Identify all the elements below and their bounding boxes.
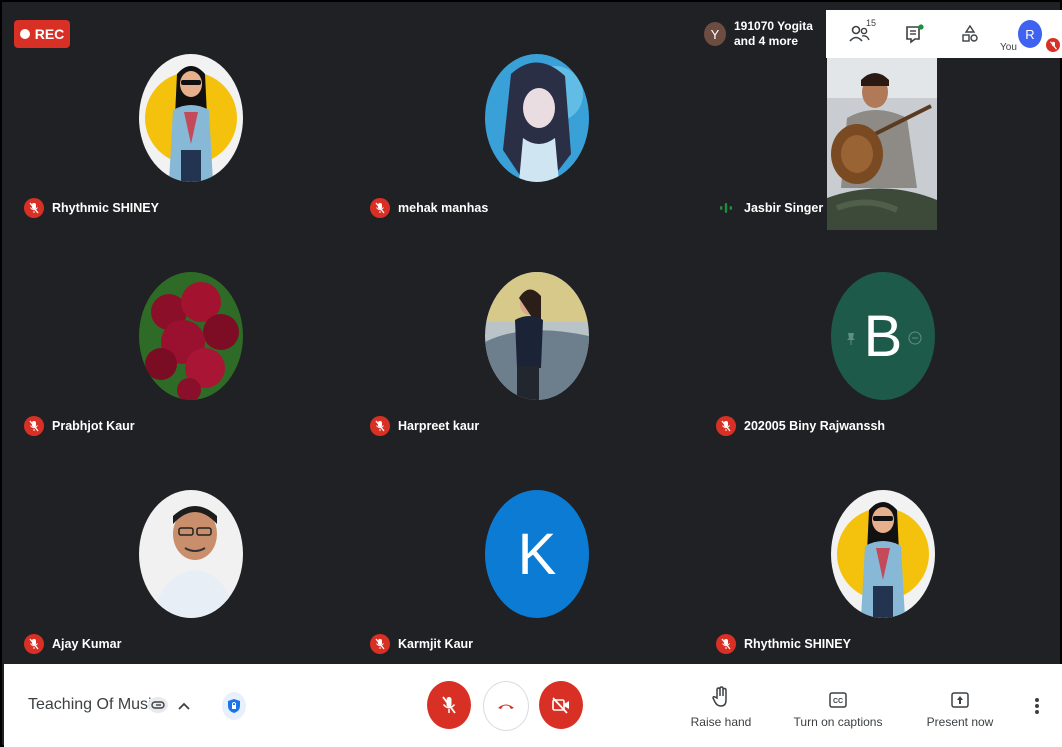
participant-name: 202005 Biny Rajwanssh	[744, 419, 886, 433]
self-label: You	[1000, 42, 1017, 53]
participant-name: Ajay Kumar	[52, 637, 122, 651]
participant-avatar	[831, 490, 935, 618]
top-toolbar: Y 191070 Yogita and 4 more 15 You R	[698, 10, 1062, 58]
others-line1: 191070 Yogita	[734, 19, 813, 33]
participant-video	[827, 58, 937, 230]
mic-off-icon	[370, 416, 390, 436]
participant-name: Harpreet kaur	[398, 419, 480, 433]
participant-tile[interactable]: mehak manhas	[364, 10, 710, 227]
speaking-indicator-icon	[716, 198, 736, 218]
participant-tile[interactable]: Prabhjot Kaur	[18, 228, 364, 445]
camera-toggle-button[interactable]	[539, 681, 583, 729]
mic-off-icon	[716, 634, 736, 654]
others-line2: and 4 more	[734, 34, 799, 48]
present-icon	[951, 692, 969, 708]
participant-avatar	[485, 54, 589, 182]
participant-tile[interactable]: Ajay Kumar	[18, 446, 364, 663]
recording-label: REC	[34, 26, 65, 42]
pin-icon[interactable]	[846, 332, 856, 351]
self-mic-off-icon	[1046, 38, 1060, 52]
other-participants-chip[interactable]: Y 191070 Yogita and 4 more	[698, 10, 826, 58]
captions-button[interactable]: CC Turn on captions	[788, 682, 888, 729]
captions-icon: CC	[829, 692, 847, 708]
participant-tile[interactable]: K Karmjit Kaur	[364, 446, 710, 663]
mic-toggle-button[interactable]	[427, 681, 471, 729]
participant-grid: Rhythmic SHINEY mehak manhas Jasbir Sing…	[18, 10, 1058, 663]
present-label: Present now	[926, 715, 994, 729]
mic-off-icon	[24, 198, 44, 218]
participant-tile[interactable]: B 202005 Biny Rajwanssh	[710, 228, 1056, 445]
mic-off-icon	[24, 416, 44, 436]
others-avatar: Y	[704, 22, 726, 46]
chat-icon	[906, 24, 924, 44]
copy-link-button[interactable]	[148, 697, 168, 713]
camera-off-icon	[552, 697, 569, 714]
record-dot-icon	[19, 29, 30, 39]
chevron-up-icon	[178, 702, 190, 710]
participant-avatar	[139, 490, 243, 618]
participant-name: Prabhjot Kaur	[52, 419, 135, 433]
mic-off-icon	[370, 634, 390, 654]
participant-avatar	[139, 272, 243, 400]
activities-button[interactable]	[956, 20, 984, 48]
participant-tile[interactable]: Rhythmic SHINEY	[710, 446, 1056, 663]
participant-tile[interactable]: Harpreet kaur	[364, 228, 710, 445]
present-now-button[interactable]: Present now	[910, 682, 1010, 729]
meeting-title: Teaching Of Music	[28, 696, 160, 713]
raise-hand-label: Raise hand	[690, 715, 752, 729]
hand-icon	[712, 686, 727, 707]
participant-name: Rhythmic SHINEY	[744, 637, 851, 651]
self-initial: R	[1025, 26, 1035, 42]
participant-name: Karmjit Kaur	[398, 637, 474, 651]
chat-button[interactable]	[901, 20, 929, 48]
self-avatar[interactable]: R	[1018, 20, 1042, 48]
participant-initial-avatar: K	[485, 490, 589, 618]
hang-up-icon	[498, 704, 514, 709]
participant-name: mehak manhas	[398, 201, 489, 215]
recording-badge: REC	[14, 20, 70, 48]
shapes-icon	[962, 25, 978, 42]
bottom-toolbar: Teaching Of Music Raise hand CC Turn on …	[4, 664, 1062, 747]
link-icon	[151, 701, 165, 709]
captions-label: Turn on captions	[793, 715, 883, 729]
leave-call-button[interactable]	[483, 681, 529, 731]
mic-off-icon	[24, 634, 44, 654]
more-vert-icon	[1035, 698, 1039, 714]
meeting-details-toggle[interactable]	[178, 698, 190, 716]
people-button[interactable]: 15	[846, 18, 877, 48]
shield-lock-icon	[228, 699, 240, 713]
raise-hand-button[interactable]: Raise hand	[671, 682, 771, 729]
participant-name: Rhythmic SHINEY	[52, 201, 159, 215]
svg-text:CC: CC	[833, 698, 843, 705]
meet-window: Rhythmic SHINEY mehak manhas Jasbir Sing…	[0, 0, 1062, 747]
mic-off-icon	[716, 416, 736, 436]
participant-avatar	[139, 54, 243, 182]
participant-avatar	[485, 272, 589, 400]
people-count: 15	[866, 18, 877, 28]
more-options-button[interactable]	[1034, 697, 1040, 720]
participant-name: Jasbir Singer	[744, 201, 824, 215]
remove-icon[interactable]	[908, 331, 922, 350]
host-controls-button[interactable]	[222, 692, 246, 720]
mic-off-icon	[442, 696, 456, 714]
mic-off-icon	[370, 198, 390, 218]
